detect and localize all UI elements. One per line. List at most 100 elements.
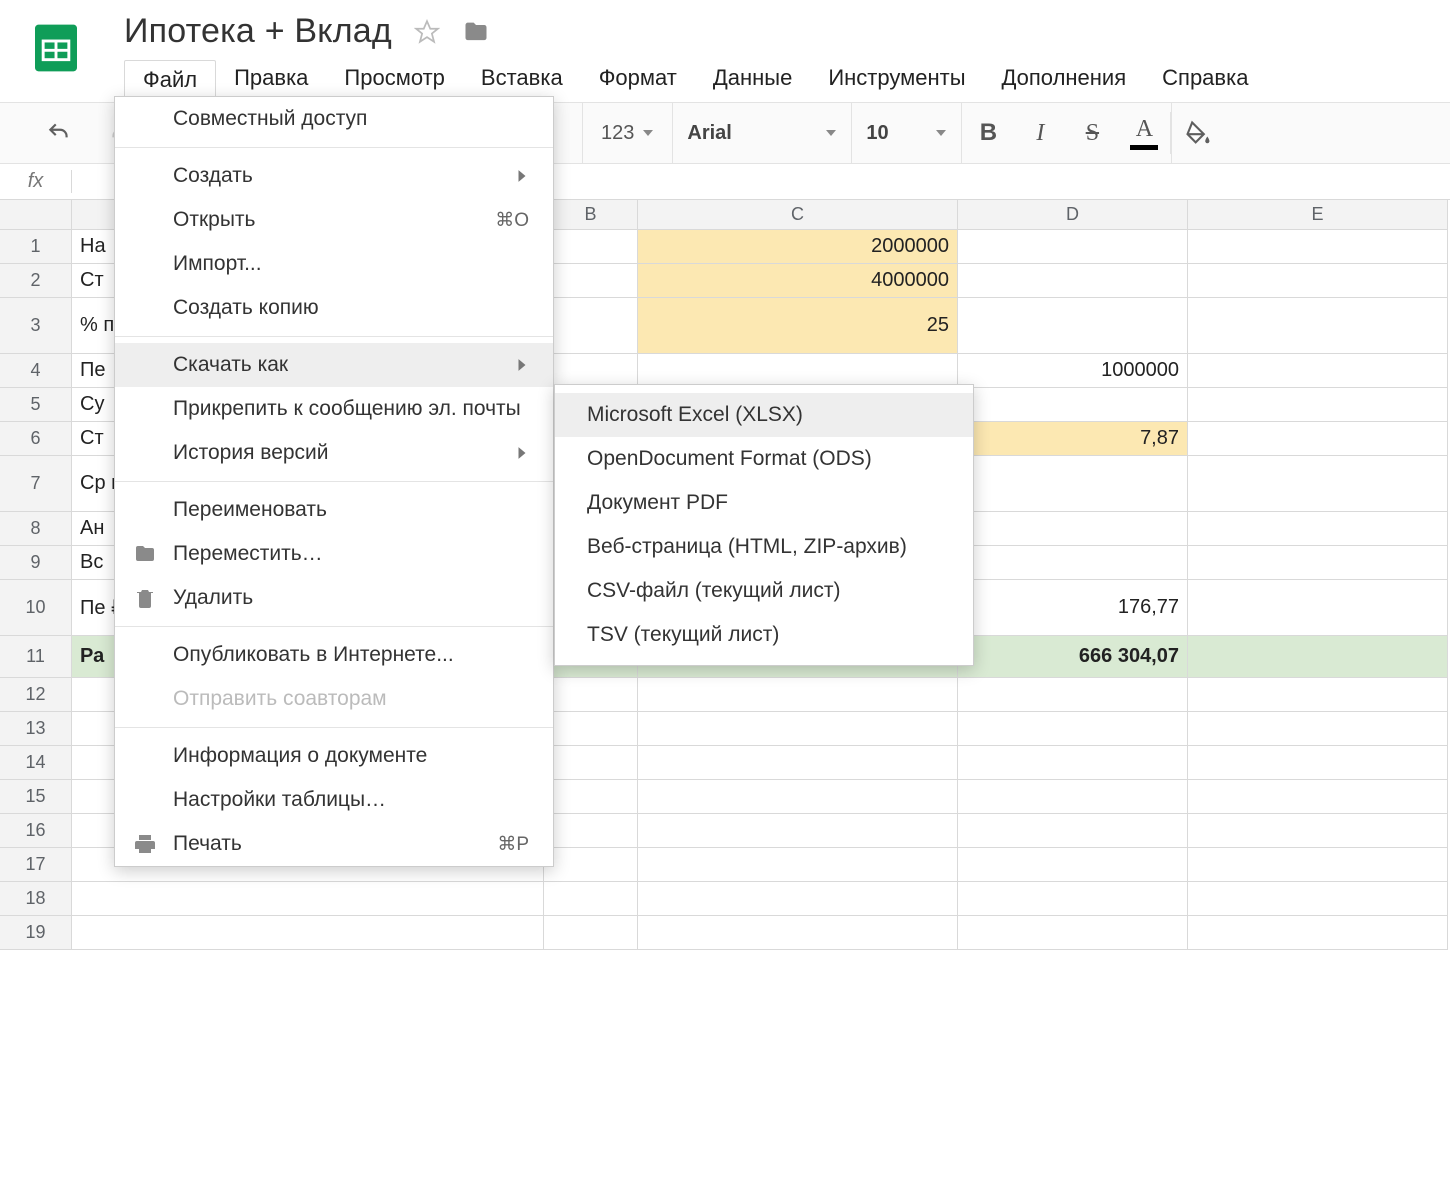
cell[interactable]: [638, 678, 958, 712]
col-header-B[interactable]: B: [544, 200, 638, 230]
move-to-folder-icon[interactable]: [462, 18, 490, 46]
cell[interactable]: [1188, 546, 1448, 580]
col-header-C[interactable]: C: [638, 200, 958, 230]
cell[interactable]: 666 304,07: [958, 636, 1188, 678]
file-menu-item[interactable]: Переместить…: [115, 532, 553, 576]
cell[interactable]: [544, 298, 638, 354]
cell[interactable]: [1188, 712, 1448, 746]
download-format-item[interactable]: TSV (текущий лист): [555, 613, 973, 657]
row-header[interactable]: 8: [0, 512, 72, 546]
file-menu-item[interactable]: Переименовать: [115, 488, 553, 532]
cell[interactable]: [72, 916, 544, 950]
cell[interactable]: [638, 746, 958, 780]
menu-данные[interactable]: Данные: [695, 59, 810, 102]
cell[interactable]: [958, 916, 1188, 950]
row-header[interactable]: 4: [0, 354, 72, 388]
cell[interactable]: [1188, 354, 1448, 388]
row-header[interactable]: 10: [0, 580, 72, 636]
download-format-item[interactable]: CSV-файл (текущий лист): [555, 569, 973, 613]
cell[interactable]: [958, 230, 1188, 264]
star-icon[interactable]: [414, 19, 440, 45]
cell[interactable]: [958, 780, 1188, 814]
row-header[interactable]: 13: [0, 712, 72, 746]
cell[interactable]: [544, 354, 638, 388]
row-header[interactable]: 15: [0, 780, 72, 814]
cell[interactable]: [1188, 848, 1448, 882]
menu-дополнения[interactable]: Дополнения: [984, 59, 1145, 102]
download-format-item[interactable]: OpenDocument Format (ODS): [555, 437, 973, 481]
download-format-item[interactable]: Microsoft Excel (XLSX): [555, 393, 973, 437]
file-menu-item[interactable]: Опубликовать в Интернете...: [115, 633, 553, 677]
row-header[interactable]: 5: [0, 388, 72, 422]
cell[interactable]: [1188, 456, 1448, 512]
bold-button[interactable]: B: [962, 102, 1014, 164]
undo-button[interactable]: [38, 112, 80, 154]
cell[interactable]: [958, 546, 1188, 580]
cell[interactable]: [544, 712, 638, 746]
cell[interactable]: [958, 512, 1188, 546]
row-header[interactable]: 17: [0, 848, 72, 882]
italic-button[interactable]: I: [1014, 102, 1066, 164]
file-menu-item[interactable]: Информация о документе: [115, 734, 553, 778]
cell[interactable]: [1188, 746, 1448, 780]
cell[interactable]: [1188, 512, 1448, 546]
cell[interactable]: [544, 780, 638, 814]
file-menu-item[interactable]: Импорт...: [115, 242, 553, 286]
file-menu-item[interactable]: Прикрепить к сообщению эл. почты: [115, 387, 553, 431]
menu-формат[interactable]: Формат: [581, 59, 695, 102]
corner-header[interactable]: [0, 200, 72, 230]
menu-инструменты[interactable]: Инструменты: [810, 59, 983, 102]
cell[interactable]: [958, 678, 1188, 712]
cell[interactable]: [638, 916, 958, 950]
cell[interactable]: 176,77: [958, 580, 1188, 636]
cell[interactable]: [544, 230, 638, 264]
cell[interactable]: [638, 882, 958, 916]
row-header[interactable]: 19: [0, 916, 72, 950]
cell[interactable]: [544, 814, 638, 848]
cell[interactable]: [958, 848, 1188, 882]
cell[interactable]: 4000000: [638, 264, 958, 298]
cell[interactable]: [1188, 298, 1448, 354]
row-header[interactable]: 16: [0, 814, 72, 848]
cell[interactable]: [544, 678, 638, 712]
cell[interactable]: [958, 746, 1188, 780]
cell[interactable]: [638, 814, 958, 848]
cell[interactable]: 25: [638, 298, 958, 354]
cell[interactable]: [1188, 916, 1448, 950]
cell[interactable]: [544, 264, 638, 298]
row-header[interactable]: 2: [0, 264, 72, 298]
file-menu-item[interactable]: Настройки таблицы…: [115, 778, 553, 822]
download-format-item[interactable]: Документ PDF: [555, 481, 973, 525]
cell[interactable]: [544, 882, 638, 916]
col-header-D[interactable]: D: [958, 200, 1188, 230]
cell[interactable]: [544, 916, 638, 950]
file-menu-item[interactable]: Скачать как: [115, 343, 553, 387]
cell[interactable]: [958, 882, 1188, 916]
cell[interactable]: [958, 388, 1188, 422]
row-header[interactable]: 1: [0, 230, 72, 264]
cell[interactable]: [638, 354, 958, 388]
cell[interactable]: [958, 712, 1188, 746]
cell[interactable]: [1188, 780, 1448, 814]
strikethrough-button[interactable]: S: [1066, 102, 1118, 164]
cell[interactable]: [1188, 814, 1448, 848]
download-format-item[interactable]: Веб-страница (HTML, ZIP-архив): [555, 525, 973, 569]
cell[interactable]: [1188, 264, 1448, 298]
row-header[interactable]: 12: [0, 678, 72, 712]
cell[interactable]: [958, 264, 1188, 298]
cell[interactable]: [1188, 388, 1448, 422]
cell[interactable]: [638, 712, 958, 746]
row-header[interactable]: 3: [0, 298, 72, 354]
cell[interactable]: [1188, 882, 1448, 916]
cell[interactable]: [544, 746, 638, 780]
cell[interactable]: [638, 848, 958, 882]
row-header[interactable]: 14: [0, 746, 72, 780]
file-menu-item[interactable]: Открыть⌘O: [115, 198, 553, 242]
cell[interactable]: [544, 848, 638, 882]
font-family-select[interactable]: Arial: [672, 102, 852, 164]
cell[interactable]: [1188, 636, 1448, 678]
cell[interactable]: [958, 456, 1188, 512]
cell[interactable]: 1000000: [958, 354, 1188, 388]
fill-color-button[interactable]: [1171, 102, 1223, 164]
menu-справка[interactable]: Справка: [1144, 59, 1266, 102]
